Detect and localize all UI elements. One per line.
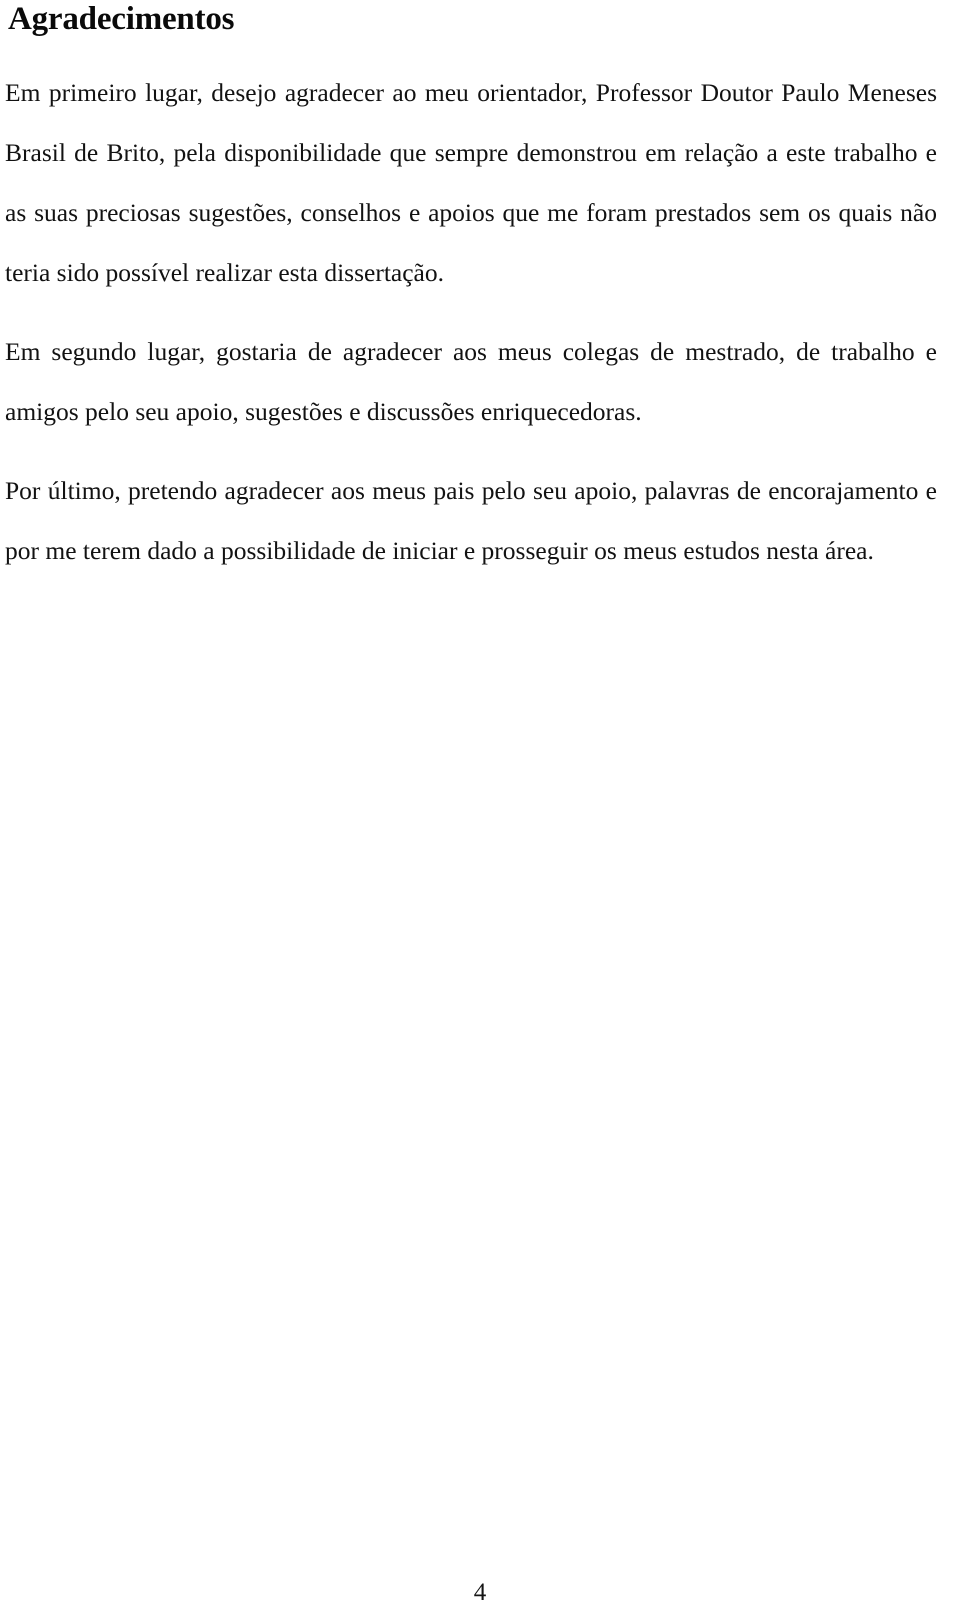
paragraph-second: Em segundo lugar, gostaria de agradecer … bbox=[5, 337, 937, 426]
paragraph-third: Por último, pretendo agradecer aos meus … bbox=[5, 476, 937, 565]
page-title: Agradecimentos bbox=[8, 1, 235, 37]
page-number: 4 bbox=[473, 1579, 487, 1606]
page-content: Agradecimentos Em primeiro lugar, desejo… bbox=[5, 0, 937, 581]
document-page: Agradecimentos Em primeiro lugar, desejo… bbox=[0, 0, 960, 1613]
paragraph-first: Em primeiro lugar, desejo agradecer ao m… bbox=[5, 78, 937, 287]
